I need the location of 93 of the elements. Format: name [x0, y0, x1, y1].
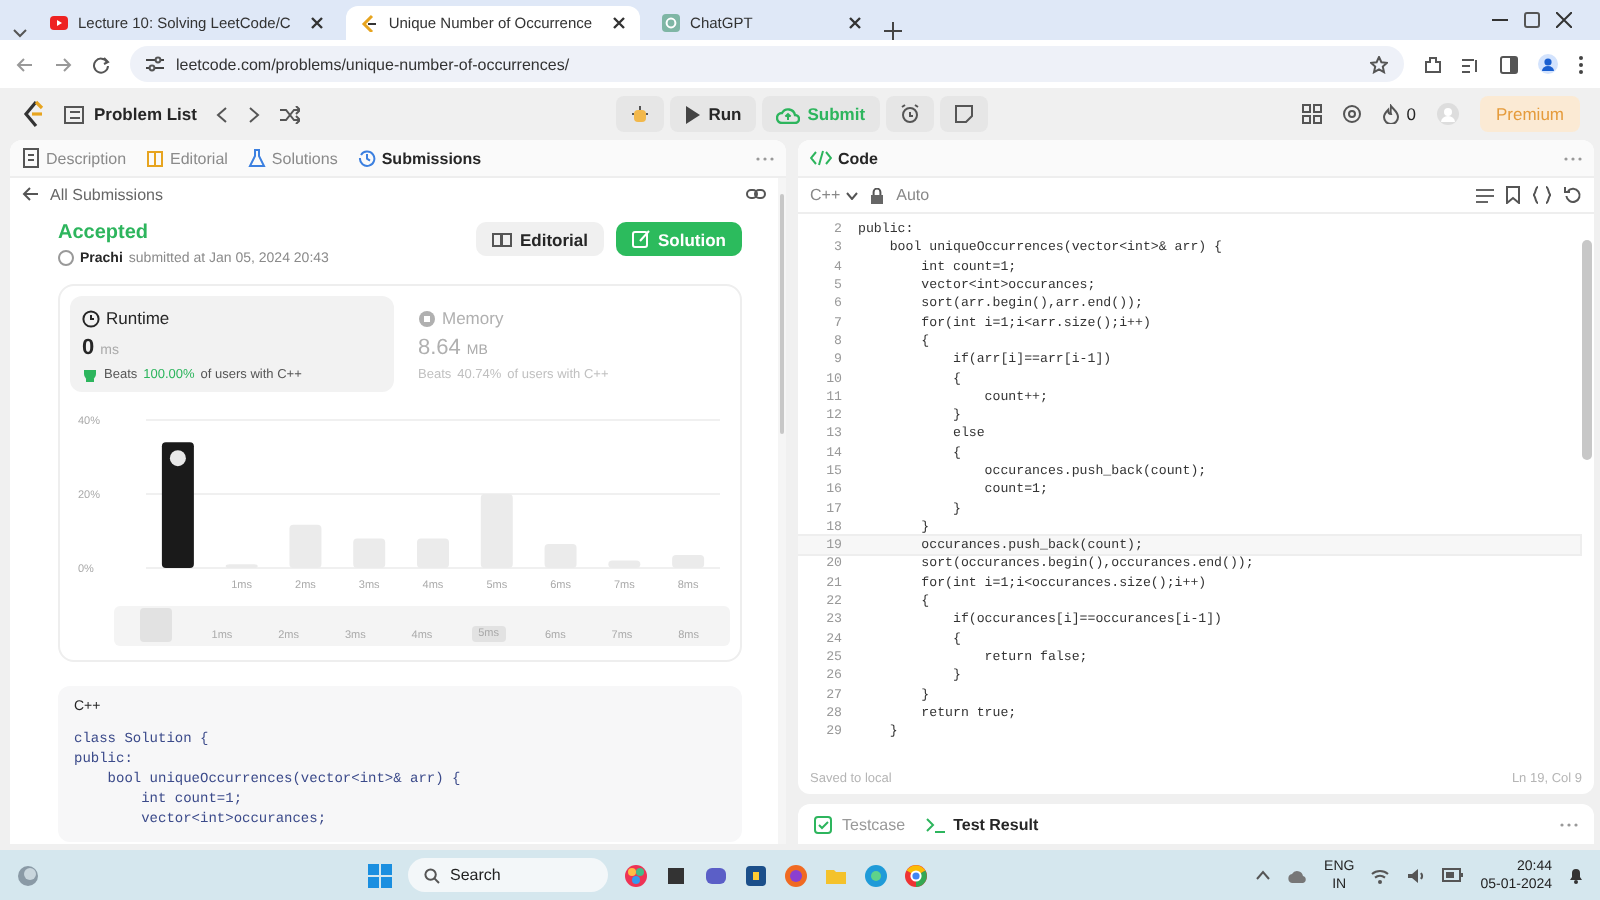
close-icon[interactable] [310, 16, 325, 30]
scrollbar-thumb[interactable] [780, 194, 784, 434]
avatar-marker-icon [169, 450, 186, 467]
problem-list-link[interactable]: Problem List [94, 104, 197, 124]
favicon-icon [50, 14, 68, 32]
status-text: Accepted [58, 222, 151, 244]
more-icon[interactable] [1564, 155, 1582, 161]
more-menu-icon[interactable] [1578, 55, 1584, 73]
app-icon[interactable] [784, 863, 809, 887]
shuffle-icon[interactable] [280, 105, 301, 123]
stat-label: Runtime [106, 308, 170, 328]
close-icon[interactable] [612, 16, 627, 30]
browser-icon[interactable] [904, 863, 929, 887]
next-icon[interactable] [248, 105, 261, 123]
layout-grid-icon[interactable] [1302, 104, 1323, 124]
favicon-icon [360, 14, 379, 32]
panel-title: Code [838, 149, 878, 167]
edit-icon [632, 230, 650, 248]
code-icon [810, 150, 832, 166]
profile-icon[interactable] [1538, 54, 1558, 74]
streak-count: 0 [1406, 104, 1416, 124]
bug-icon [630, 104, 651, 124]
back-arrow-icon[interactable] [22, 186, 40, 202]
previous-icon[interactable] [216, 105, 229, 123]
link-icon[interactable] [746, 186, 766, 202]
leetcode-logo-icon[interactable] [20, 100, 44, 128]
side-panel-icon[interactable] [1500, 55, 1518, 73]
battery-icon[interactable] [1442, 868, 1465, 882]
braces-icon[interactable] [1532, 186, 1552, 204]
start-icon[interactable] [368, 863, 393, 887]
reload-icon[interactable] [92, 55, 110, 73]
play-icon [684, 105, 701, 123]
url-text: leetcode.com/problems/unique-number-of-occurrences/ [176, 55, 570, 73]
all-submissions-link[interactable]: All Submissions [50, 185, 163, 203]
bookmark-star-icon[interactable] [1370, 55, 1388, 73]
user-avatar-icon [58, 250, 74, 266]
alarm-button[interactable] [885, 96, 934, 132]
search-icon [424, 867, 441, 883]
stat-value: 8.64 [418, 336, 461, 360]
history-icon [357, 148, 376, 168]
book-icon [491, 231, 512, 247]
range-handle[interactable] [139, 607, 172, 641]
close-icon[interactable] [1556, 12, 1572, 28]
app-icon[interactable] [664, 863, 689, 887]
media-icon[interactable] [1462, 55, 1480, 73]
notification-bell-icon[interactable] [1568, 866, 1585, 884]
favicon-icon [662, 14, 681, 32]
note-icon [953, 104, 974, 124]
run-button[interactable]: Run [670, 96, 756, 132]
volume-icon[interactable] [1406, 867, 1427, 883]
list-icon[interactable] [64, 105, 84, 123]
app-icon[interactable] [704, 863, 729, 887]
site-settings-icon[interactable] [146, 56, 164, 72]
forward-arrow-icon[interactable] [54, 55, 72, 73]
maximize-icon[interactable] [1524, 12, 1540, 28]
doc-icon [22, 148, 40, 168]
editorial-button[interactable]: Editorial [475, 222, 604, 256]
terminal-icon [925, 815, 946, 833]
clock-icon [82, 309, 100, 327]
more-icon[interactable] [1560, 821, 1578, 827]
notes-button[interactable] [939, 96, 988, 132]
close-icon[interactable] [848, 16, 863, 30]
more-icon[interactable] [756, 155, 774, 161]
book-icon [146, 148, 165, 168]
chip-icon [418, 309, 436, 327]
settings-icon[interactable] [1342, 104, 1363, 124]
mode-label: Auto [896, 186, 930, 204]
search-field[interactable]: Search [408, 858, 609, 892]
bookmark-icon[interactable] [1506, 186, 1520, 204]
flask-icon [247, 148, 266, 168]
reset-icon[interactable] [1564, 186, 1582, 204]
scrollbar-thumb[interactable] [1582, 240, 1592, 460]
lock-icon [870, 187, 885, 203]
chevron-up-icon[interactable] [1256, 870, 1271, 880]
bar[interactable] [161, 442, 194, 568]
flame-icon [1382, 104, 1401, 124]
format-icon[interactable] [1476, 187, 1494, 203]
stat-label: Memory [442, 308, 504, 328]
caret-icon [846, 191, 859, 199]
panel-tab[interactable]: Test Result [925, 815, 1039, 833]
panel-tab[interactable]: Submissions [357, 148, 482, 168]
cloud-upload-icon [775, 105, 800, 123]
extensions-icon[interactable] [1424, 55, 1442, 73]
wifi-icon[interactable] [1370, 867, 1391, 883]
stat-value: 0 [82, 336, 95, 360]
alarm-clock-icon [899, 104, 920, 124]
language-select[interactable]: C++ [810, 186, 859, 204]
cloud-icon[interactable] [1286, 867, 1309, 883]
trophy-icon [82, 368, 98, 382]
check-icon [814, 815, 834, 833]
tab-list-icon[interactable] [12, 24, 28, 40]
new-tab-icon[interactable] [884, 22, 903, 40]
app-icon[interactable] [744, 863, 769, 887]
